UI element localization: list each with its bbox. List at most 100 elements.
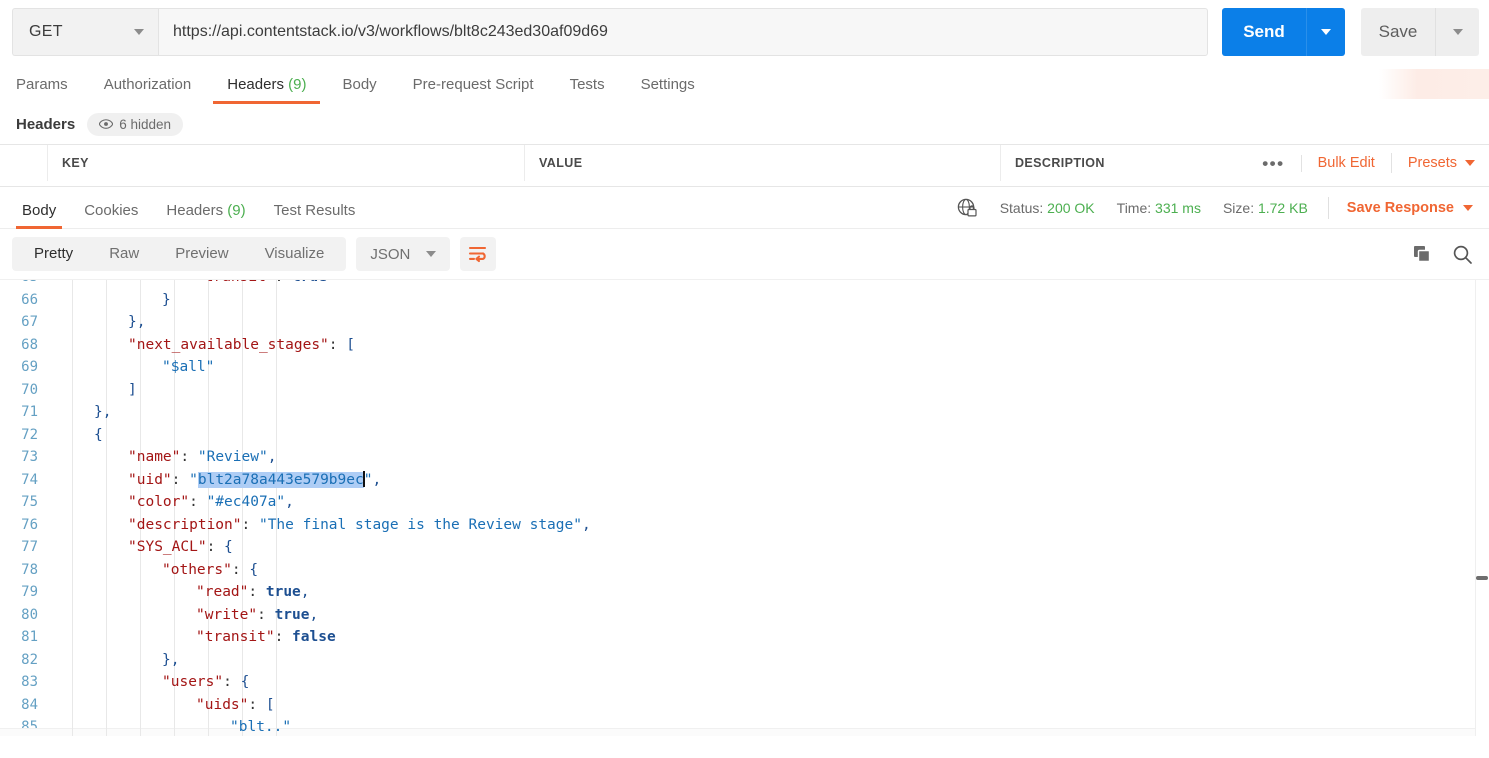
tab-authorization[interactable]: Authorization <box>104 76 192 104</box>
code-line-text[interactable]: }, <box>162 649 179 672</box>
word-wrap-toggle[interactable] <box>460 237 497 271</box>
send-options-button[interactable] <box>1306 8 1345 56</box>
column-header-description: DESCRIPTION <box>1015 156 1105 170</box>
headers-section-title: Headers <box>16 115 76 133</box>
code-token: "uids" <box>196 696 249 713</box>
code-token: : <box>328 336 347 353</box>
code-token: : <box>223 674 241 690</box>
copy-icon <box>1414 246 1431 263</box>
response-format-select[interactable]: JSON <box>356 237 451 271</box>
tab-settings-label: Settings <box>640 76 695 93</box>
word-wrap-icon <box>469 246 487 263</box>
status-item: Status: 200 OK <box>1000 200 1095 216</box>
code-token: , <box>581 516 591 533</box>
code-token: } <box>162 291 171 308</box>
code-line-text[interactable]: "next_available_stages": [ <box>128 334 355 357</box>
view-raw[interactable]: Raw <box>91 237 157 271</box>
view-preview[interactable]: Preview <box>157 237 246 271</box>
response-tab-body[interactable]: Body <box>8 202 70 229</box>
code-token: "transit" <box>196 280 275 285</box>
code-line-text[interactable]: "description": "The final stage is the R… <box>128 514 591 537</box>
response-tab-headers-label: Headers <box>166 201 224 219</box>
view-visualize[interactable]: Visualize <box>247 237 343 271</box>
chevron-down-icon <box>1463 204 1473 211</box>
more-actions-icon[interactable]: ••• <box>1246 154 1302 172</box>
code-line-text[interactable]: } <box>162 289 171 312</box>
code-token: "others" <box>162 561 232 578</box>
tab-settings[interactable]: Settings <box>641 76 695 104</box>
headers-table-actions: ••• Bulk Edit Presets <box>1246 153 1475 173</box>
response-tab-cookies[interactable]: Cookies <box>70 202 152 229</box>
chevron-down-icon <box>1452 29 1463 35</box>
chevron-down-icon <box>1465 160 1475 166</box>
code-token: true <box>274 606 310 623</box>
time-label: Time: <box>1116 199 1152 216</box>
response-tab-bar: Body Cookies Headers (9) Test Results St… <box>0 187 1489 229</box>
tab-tests[interactable]: Tests <box>570 76 605 104</box>
code-token: }, <box>128 314 146 330</box>
code-line-text[interactable]: ] <box>128 379 137 402</box>
tab-body[interactable]: Body <box>342 76 376 104</box>
code-line-text[interactable]: "SYS_ACL": { <box>128 536 233 559</box>
tab-pre-request-script-label: Pre-request Script <box>412 76 534 93</box>
time-item: Time: 331 ms <box>1117 200 1201 216</box>
save-button[interactable]: Save <box>1361 8 1435 56</box>
code-token: : <box>241 516 259 533</box>
code-token: "description" <box>128 516 242 533</box>
presets-button[interactable]: Presets <box>1392 153 1475 173</box>
code-line-text[interactable]: "others": { <box>162 559 258 582</box>
headers-subbar: Headers 6 hidden <box>0 104 1489 144</box>
code-line-text[interactable]: "users": { <box>162 671 249 694</box>
code-line-text[interactable]: }, <box>128 311 145 334</box>
tab-pre-request-script[interactable]: Pre-request Script <box>413 76 534 104</box>
request-url-input[interactable]: https://api.contentstack.io/v3/workflows… <box>158 8 1208 56</box>
code-line-text[interactable]: { <box>94 424 103 447</box>
code-token: "next_available_stages" <box>128 336 329 353</box>
search-body-button[interactable] <box>1452 244 1473 265</box>
bulk-edit-button[interactable]: Bulk Edit <box>1302 153 1392 173</box>
code-line-text[interactable]: "uids": [ <box>196 694 275 717</box>
headers-table: KEY VALUE DESCRIPTION ••• Bulk Edit Pres… <box>0 144 1489 187</box>
code-token: [ <box>346 336 355 353</box>
tab-bar-overlay-highlight <box>1379 69 1489 99</box>
selected-text: blt2a78a443e579b9ec <box>197 471 364 488</box>
code-token: "blt.." <box>230 719 292 735</box>
secure-connection-icon[interactable] <box>956 197 978 219</box>
code-token: "uid" <box>128 471 172 488</box>
tab-headers[interactable]: Headers (9) <box>213 76 321 104</box>
code-line-text[interactable]: "name": "Review", <box>128 446 276 469</box>
code-line-text[interactable]: "blt.." <box>230 716 291 736</box>
response-tab-headers[interactable]: Headers (9) <box>152 202 259 229</box>
save-response-label: Save Response <box>1346 199 1454 216</box>
http-method-select[interactable]: GET <box>12 8 158 56</box>
copy-to-clipboard-button[interactable] <box>1412 244 1432 264</box>
code-line-text[interactable]: "$all" <box>162 356 214 379</box>
view-pretty[interactable]: Pretty <box>16 237 91 271</box>
body-toolbar-right-actions <box>1412 244 1489 265</box>
headers-table-header-row: KEY VALUE DESCRIPTION ••• Bulk Edit Pres… <box>0 145 1489 181</box>
tab-headers-count: (9) <box>288 76 307 93</box>
code-line-text[interactable]: "read": true, <box>196 581 310 604</box>
code-token: , <box>300 584 310 600</box>
code-token: : <box>231 561 250 578</box>
send-button[interactable]: Send <box>1222 8 1306 56</box>
code-line-text[interactable]: "transit": true <box>196 280 327 289</box>
request-url-bar: GET https://api.contentstack.io/v3/workf… <box>0 0 1489 64</box>
response-tab-test-results[interactable]: Test Results <box>260 202 370 229</box>
code-line-text[interactable]: "color": "#ec407a", <box>128 491 294 514</box>
response-tab-test-results-label: Test Results <box>273 201 356 219</box>
save-options-button[interactable] <box>1435 8 1479 56</box>
save-response-button[interactable]: Save Response <box>1347 200 1473 216</box>
response-body-code[interactable]: 65"transit": true66}67},68"next_availabl… <box>0 279 1489 736</box>
code-line-text[interactable]: "write": true, <box>196 604 318 627</box>
code-line-text[interactable]: "transit": false <box>196 626 336 649</box>
code-token: false <box>292 629 336 645</box>
tab-params[interactable]: Params <box>16 76 68 104</box>
hidden-headers-toggle[interactable]: 6 hidden <box>87 112 184 136</box>
code-line-text[interactable]: "uid": "blt2a78a443e579b9ec", <box>128 469 381 492</box>
code-token: }, <box>94 404 112 420</box>
code-token: { <box>224 539 233 555</box>
code-token: "write" <box>196 606 258 623</box>
request-tab-bar: Params Authorization Headers (9) Body Pr… <box>0 64 1489 104</box>
code-line-text[interactable]: }, <box>94 401 111 424</box>
